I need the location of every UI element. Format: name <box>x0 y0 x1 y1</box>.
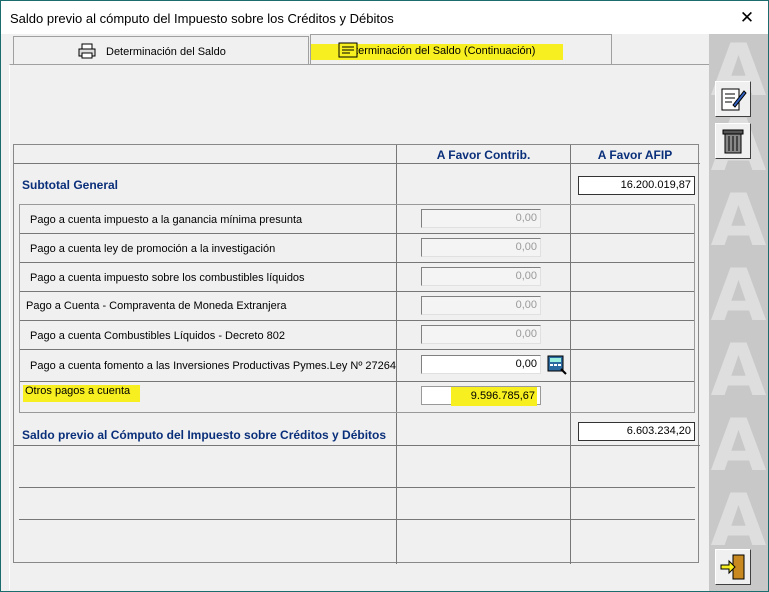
field-ganancia-minima[interactable]: 0,00 <box>421 209 541 228</box>
delete-button[interactable] <box>715 123 751 159</box>
determinacion-grid: A Favor Contrib. A Favor AFIP Subtotal G… <box>13 144 700 564</box>
window-title: Saldo previo al cómputo del Impuesto sob… <box>10 11 394 26</box>
tab-label: Determinación del Saldo <box>106 46 226 58</box>
sidebar-pattern: A <box>710 253 767 337</box>
saldo-label: Saldo previo al Cómputo del Impuesto sob… <box>22 428 387 442</box>
client-area: Determinación del Saldo Determinación de… <box>1 34 768 591</box>
tab-determinacion-saldo[interactable]: Determinación del Saldo <box>13 36 309 64</box>
field-combustibles-liquidos[interactable]: 0,00 <box>421 267 541 286</box>
app-window: Saldo previo al cómputo del Impuesto sob… <box>0 0 769 592</box>
row-divider <box>19 487 695 488</box>
column-header-favor-afip: A Favor AFIP <box>597 148 673 162</box>
row-label-ganancia-minima: Pago a cuenta impuesto a la ganancia mín… <box>30 214 303 226</box>
otros-pagos-value: 9.596.785,67 <box>450 387 537 406</box>
saldo-afip-field[interactable]: 6.603.234,20 <box>578 422 695 441</box>
exit-button[interactable] <box>715 549 751 585</box>
row-divider <box>20 262 694 263</box>
column-header-favor-contrib: A Favor Contrib. <box>436 148 531 162</box>
row-label-combustibles-liquidos: Pago a cuenta impuesto sobre los combust… <box>30 272 305 284</box>
pagos-a-cuenta-box: Pago a cuenta impuesto a la ganancia mín… <box>19 204 695 413</box>
sidebar-pattern: A <box>710 178 767 262</box>
field-decreto-802[interactable]: 0,00 <box>421 325 541 344</box>
row-label-moneda-extranjera: Pago a Cuenta - Compraventa de Moneda Ex… <box>26 300 287 312</box>
calculator-icon[interactable] <box>547 355 567 375</box>
sidebar-pattern: A <box>710 403 767 487</box>
field-moneda-extranjera[interactable]: 0,00 <box>421 296 541 315</box>
field-promocion-investigacion[interactable]: 0,00 <box>421 238 541 257</box>
row-label-decreto-802: Pago a cuenta Combustibles Líquidos - De… <box>30 330 285 342</box>
tab-determinacion-saldo-continuacion[interactable]: Determinación del Saldo (Continuación) <box>310 34 612 65</box>
subtotal-label: Subtotal General <box>22 178 119 192</box>
field-inversiones-productivas[interactable]: 0,00 <box>421 355 541 374</box>
row-divider <box>20 349 694 350</box>
sidebar-pattern: A <box>710 478 767 562</box>
close-button[interactable]: ✕ <box>734 7 760 29</box>
edit-form-button[interactable] <box>715 81 751 117</box>
sidebar-toolbar: A A A A A A A <box>709 34 768 591</box>
field-otros-pagos[interactable]: 9.596.785,67 <box>421 386 541 406</box>
receipt-icon <box>338 42 358 58</box>
row-label-promocion-investigacion: Pago a cuenta ley de promoción a la inve… <box>30 243 276 255</box>
row-label-inversiones-productivas: Pago a cuenta fomento a las Inversiones … <box>30 360 397 372</box>
row-divider <box>14 445 700 446</box>
row-divider <box>20 233 694 234</box>
row-divider <box>19 519 695 520</box>
subtotal-afip-field[interactable]: 16.200.019,87 <box>578 176 695 195</box>
row-divider <box>20 320 694 321</box>
printer-icon <box>78 43 96 59</box>
sidebar-pattern: A <box>710 328 767 412</box>
row-label-otros-pagos: Otros pagos a cuenta <box>23 385 141 402</box>
title-bar: Saldo previo al cómputo del Impuesto sob… <box>1 1 768 34</box>
header-divider <box>14 163 700 164</box>
tab-strip: Determinación del Saldo Determinación de… <box>1 34 709 65</box>
row-divider <box>20 381 694 382</box>
row-divider <box>20 291 694 292</box>
